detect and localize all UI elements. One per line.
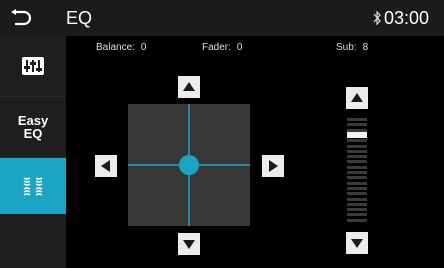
sub-level-segment [347,176,367,180]
sub-down-button[interactable] [346,232,368,254]
sub-level-segment [347,139,367,143]
sidebar: Easy EQ [0,36,66,268]
sub-level-segment [347,165,367,169]
sub-level-segment [347,186,367,190]
fader-value: 0 [236,42,243,53]
arrow-down-icon [351,239,363,248]
sub-label: Sub: [336,42,357,53]
sub-value: 8 [362,42,369,53]
sub-level-segment [347,144,367,148]
sidebar-item-easy-eq[interactable]: Easy EQ [0,97,66,158]
sub-level-segment [347,208,367,212]
fader-label: Fader: [202,42,231,53]
position-dot[interactable] [179,155,199,175]
sub-level-segment [347,118,367,121]
sidebar-item-sound-field[interactable] [0,158,66,214]
clock: 03:00 [384,8,430,28]
sub-level-segment [347,160,367,164]
fader-rear-button[interactable] [178,233,200,255]
equalizer-sliders-icon [22,57,44,75]
balance-right-button[interactable] [262,155,284,177]
balance-fader-pad[interactable] [128,104,250,226]
balance-label: Balance: [96,42,135,53]
fader-readout: Fader: 0 [202,42,242,53]
arrow-up-icon [351,93,363,102]
sub-level-segment [347,202,367,206]
page-title: EQ [66,8,93,28]
fader-front-button[interactable] [178,76,200,98]
balance-readout: Balance: 0 [96,42,146,53]
sub-level-segment [347,218,367,222]
arrow-right-icon [269,160,278,172]
sub-level-segment [347,213,367,217]
sound-field-icon [23,177,43,196]
sidebar-item-eq-settings[interactable] [0,36,66,97]
sub-up-button[interactable] [346,87,368,109]
sub-level-segment [347,192,367,196]
back-arrow-icon[interactable] [10,9,32,27]
arrow-down-icon [183,240,195,249]
arrow-left-icon [101,160,110,172]
sub-level-segment [347,149,367,153]
sub-level-segment [347,171,367,174]
sub-readout: Sub: 8 [336,42,368,53]
sub-level-segment [347,197,367,201]
balance-value: 0 [140,42,147,53]
arrow-up-icon [183,82,195,91]
bluetooth-icon [373,10,381,26]
top-bar: EQ 03:00 [0,0,444,36]
sub-level-segment [347,123,367,127]
sub-level-segment [347,155,367,159]
sub-level-segment [347,181,367,185]
easy-eq-label: Easy EQ [17,113,49,141]
balance-left-button[interactable] [95,155,117,177]
sub-level-handle[interactable] [347,132,367,138]
